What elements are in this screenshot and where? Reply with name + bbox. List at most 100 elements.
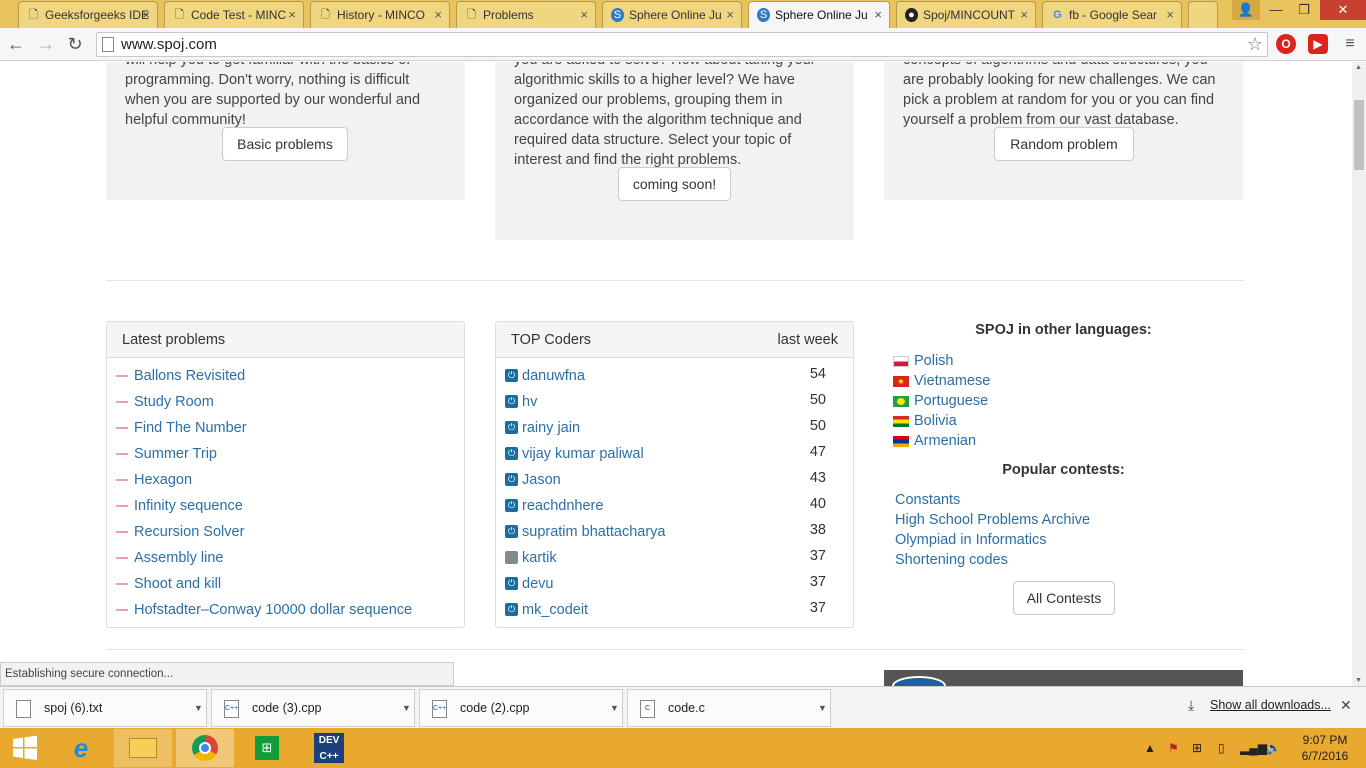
- coder-link[interactable]: ⏻ supratim bhattacharya: [505, 522, 665, 548]
- close-icon[interactable]: ×: [580, 7, 588, 22]
- bookmark-star-icon[interactable]: ☆: [1247, 33, 1263, 56]
- download-item[interactable]: C++ code (2).cpp ▼: [419, 689, 623, 727]
- coder-score: 50: [809, 392, 826, 408]
- coder-link[interactable]: ⏻ mk_codeit: [505, 600, 588, 626]
- volume-icon[interactable]: 🔈: [1266, 728, 1281, 768]
- download-shelf: spoj (6).txt ▼ C++ code (3).cpp ▼ C++ co…: [0, 686, 1366, 728]
- tab-spoj-1[interactable]: S Sphere Online Ju ×: [602, 1, 742, 28]
- browser-tab-strip: 🗋 Geeksforgeeks IDE × 🗋 Code Test - MINC…: [0, 0, 1366, 28]
- language-link[interactable]: Armenian: [893, 431, 976, 451]
- contest-link[interactable]: Olympiad in Informatics: [895, 532, 1047, 548]
- file-explorer-icon[interactable]: [114, 729, 172, 767]
- forward-arrow-icon[interactable]: →: [34, 32, 58, 56]
- language-link[interactable]: Bolivia: [893, 411, 957, 431]
- chevron-down-icon[interactable]: ▼: [818, 702, 828, 714]
- coder-link[interactable]: ⏻ devu: [505, 574, 553, 600]
- problem-link[interactable]: Summer Trip: [116, 444, 217, 470]
- address-bar[interactable]: www.spoj.com ☆: [96, 32, 1268, 57]
- vietnam-flag: ★: [893, 376, 909, 387]
- tab-google[interactable]: G fb - Google Sear ×: [1042, 1, 1182, 28]
- chevron-down-icon[interactable]: ▼: [194, 702, 204, 714]
- show-all-downloads-link[interactable]: Show all downloads...: [1210, 698, 1331, 712]
- close-icon[interactable]: ×: [726, 7, 734, 22]
- scroll-up-icon[interactable]: ▲: [1355, 64, 1362, 71]
- start-button[interactable]: [0, 729, 50, 767]
- wifi-icon[interactable]: ▂▄▆: [1240, 728, 1267, 768]
- coder-score: 54: [809, 366, 826, 382]
- video-thumbnail[interactable]: [884, 670, 1243, 686]
- basic-problems-button[interactable]: Basic problems: [222, 127, 348, 161]
- tab-problems[interactable]: 🗋 Problems ×: [456, 1, 596, 28]
- opera-extension-icon[interactable]: O: [1276, 34, 1296, 54]
- coder-link[interactable]: ⏻ Jason: [505, 470, 561, 496]
- menu-icon[interactable]: ≡: [1338, 32, 1362, 56]
- back-arrow-icon[interactable]: ←: [4, 32, 28, 56]
- chevron-down-icon[interactable]: ▼: [402, 702, 412, 714]
- contest-link[interactable]: Shortening codes: [895, 552, 1008, 568]
- clock[interactable]: 9:07 PM 6/7/2016: [1290, 732, 1360, 764]
- language-link[interactable]: Polish: [893, 351, 954, 371]
- problem-link[interactable]: Recursion Solver: [116, 522, 244, 548]
- all-contests-button[interactable]: All Contests: [1013, 581, 1115, 615]
- random-problem-button[interactable]: Random problem: [994, 127, 1134, 161]
- store-icon[interactable]: ⊞: [238, 729, 296, 767]
- language-link[interactable]: ★ Vietnamese: [893, 371, 990, 391]
- flag-icon[interactable]: ⚑: [1168, 728, 1179, 768]
- close-icon[interactable]: ×: [434, 7, 442, 22]
- problem-link[interactable]: Hofstadter–Conway 10000 dollar sequence: [116, 600, 412, 626]
- coder-link[interactable]: ⏻ danuwfna: [505, 366, 585, 392]
- new-tab-button[interactable]: [1188, 1, 1218, 28]
- tab-github[interactable]: ● Spoj/MINCOUNT ×: [896, 1, 1036, 28]
- battery-icon[interactable]: ▯: [1218, 728, 1225, 768]
- problem-link[interactable]: Ballons Revisited: [116, 366, 245, 392]
- close-icon[interactable]: ×: [142, 7, 150, 22]
- coder-link[interactable]: ⏻ vijay kumar paliwal: [505, 444, 644, 470]
- coder-link[interactable]: ⏻ reachdnhere: [505, 496, 603, 522]
- download-item[interactable]: spoj (6).txt ▼: [3, 689, 207, 727]
- tab-title: fb - Google Sear: [1069, 8, 1158, 22]
- close-icon[interactable]: ×: [1166, 7, 1174, 22]
- contest-link[interactable]: Constants: [895, 492, 960, 508]
- coder-link[interactable]: ⏻ rainy jain: [505, 418, 580, 444]
- page-icon: 🗋: [321, 9, 330, 21]
- extension-icon[interactable]: ▶: [1308, 34, 1328, 54]
- chevron-up-icon[interactable]: ▲: [1144, 728, 1156, 768]
- contest-link[interactable]: High School Problems Archive: [895, 512, 1090, 528]
- download-item[interactable]: C++ code (3).cpp ▼: [211, 689, 415, 727]
- problem-link[interactable]: Assembly line: [116, 548, 223, 574]
- maximize-icon[interactable]: ❐: [1290, 0, 1318, 20]
- page-icon: 🗋: [175, 9, 184, 21]
- internet-explorer-icon[interactable]: e: [52, 729, 110, 767]
- tab-geeksforgeeks[interactable]: 🗋 Geeksforgeeks IDE ×: [18, 1, 158, 28]
- user-icon[interactable]: 👤: [1232, 0, 1260, 20]
- reload-icon[interactable]: ↻: [63, 32, 87, 56]
- tab-code-test[interactable]: 🗋 Code Test - MINC ×: [164, 1, 304, 28]
- close-icon[interactable]: ×: [874, 7, 882, 22]
- minimize-icon[interactable]: —: [1262, 0, 1290, 20]
- close-icon[interactable]: ×: [1020, 7, 1028, 22]
- avatar-photo: [505, 551, 518, 564]
- coder-link[interactable]: kartik: [505, 548, 557, 574]
- language-link[interactable]: Portuguese: [893, 391, 988, 411]
- chevron-down-icon[interactable]: ▼: [610, 702, 620, 714]
- coder-link[interactable]: ⏻ hv: [505, 392, 537, 418]
- tab-spoj-active[interactable]: S Sphere Online Ju ×: [748, 1, 890, 28]
- scrollbar-thumb[interactable]: [1354, 100, 1364, 170]
- download-item[interactable]: C code.c ▼: [627, 689, 831, 727]
- problem-link[interactable]: Find The Number: [116, 418, 247, 444]
- page-icon: 🗋: [467, 9, 476, 21]
- problem-link[interactable]: Infinity sequence: [116, 496, 243, 522]
- devcpp-icon[interactable]: DEV C++: [300, 729, 358, 767]
- chrome-icon[interactable]: [176, 729, 234, 767]
- close-icon[interactable]: ✕: [1340, 697, 1352, 714]
- tab-history[interactable]: 🗋 History - MINCO ×: [310, 1, 450, 28]
- window-close-icon[interactable]: ✕: [1320, 0, 1366, 20]
- scroll-down-icon[interactable]: ▼: [1355, 677, 1362, 684]
- action-center-icon[interactable]: ⊞: [1192, 728, 1202, 768]
- coming-soon-button[interactable]: coming soon!: [618, 167, 731, 201]
- page-scrollbar[interactable]: ▲ ▼: [1352, 62, 1366, 686]
- problem-link[interactable]: Study Room: [116, 392, 214, 418]
- close-icon[interactable]: ×: [288, 7, 296, 22]
- problem-link[interactable]: Hexagon: [116, 470, 192, 496]
- problem-link[interactable]: Shoot and kill: [116, 574, 221, 600]
